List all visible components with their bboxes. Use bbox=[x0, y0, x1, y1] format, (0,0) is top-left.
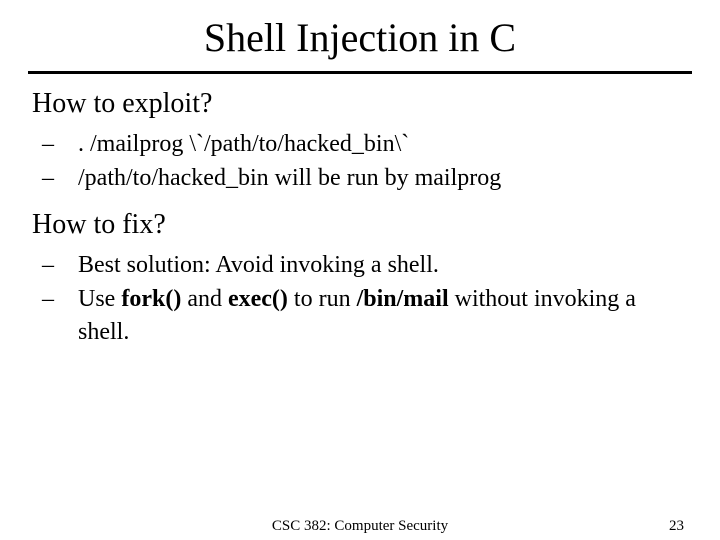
bullet-text: Use bbox=[78, 286, 121, 312]
footer-course: CSC 382: Computer Security bbox=[0, 518, 720, 535]
bold-text: exec() bbox=[228, 286, 288, 312]
bullet-text: and bbox=[181, 286, 228, 312]
section-heading-fix: How to fix? bbox=[32, 209, 688, 241]
bullet-list: –. /mailprog \`/path/to/hacked_bin\` –/p… bbox=[60, 128, 688, 195]
bullet-text: to run bbox=[288, 286, 357, 312]
page-number: 23 bbox=[669, 518, 684, 535]
bold-text: /bin/mail bbox=[357, 286, 449, 312]
bold-text: fork() bbox=[121, 286, 181, 312]
slide-title: Shell Injection in C bbox=[0, 0, 720, 71]
bullet-text: . /mailprog \`/path/to/hacked_bin\` bbox=[78, 131, 409, 157]
dash-icon: – bbox=[60, 249, 78, 281]
dash-icon: – bbox=[60, 162, 78, 194]
bullet-text: Best solution: Avoid invoking a shell. bbox=[78, 252, 439, 278]
bullet-item: –Best solution: Avoid invoking a shell. bbox=[60, 249, 688, 281]
dash-icon: – bbox=[60, 283, 78, 315]
bullet-list: –Best solution: Avoid invoking a shell. … bbox=[60, 249, 688, 348]
bullet-item: –/path/to/hacked_bin will be run by mail… bbox=[60, 162, 688, 194]
bullet-item: –. /mailprog \`/path/to/hacked_bin\` bbox=[60, 128, 688, 160]
bullet-text: /path/to/hacked_bin will be run by mailp… bbox=[78, 165, 501, 191]
section-heading-exploit: How to exploit? bbox=[32, 88, 688, 120]
title-rule bbox=[28, 71, 692, 74]
bullet-item: –Use fork() and exec() to run /bin/mail … bbox=[60, 283, 688, 348]
dash-icon: – bbox=[60, 128, 78, 160]
slide: Shell Injection in C How to exploit? –. … bbox=[0, 0, 720, 540]
slide-body: How to exploit? –. /mailprog \`/path/to/… bbox=[0, 88, 720, 348]
